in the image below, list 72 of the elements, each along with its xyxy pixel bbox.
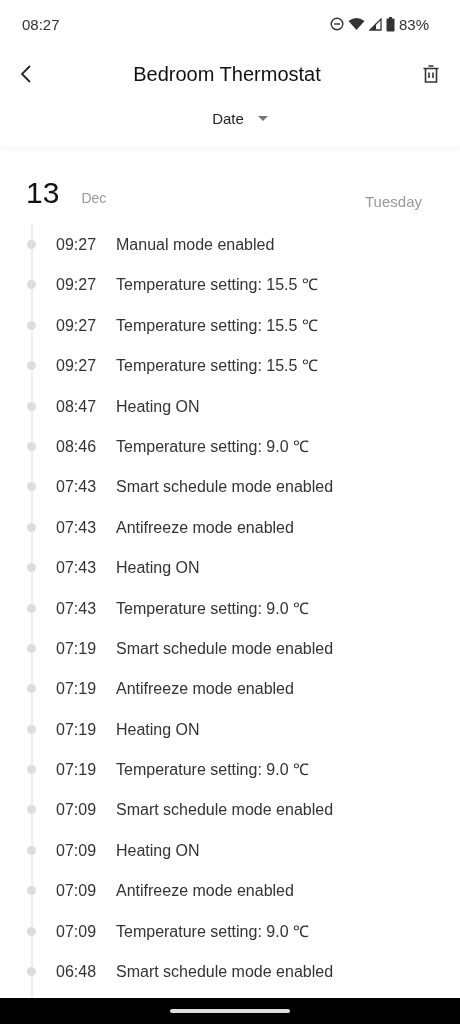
timeline-dot [27, 401, 36, 411]
event-description: Smart schedule mode enabled [116, 800, 334, 821]
page-title: Bedroom Thermostat [133, 62, 321, 86]
timeline-dot [27, 320, 36, 330]
day-number: 13 [26, 176, 60, 210]
event-time: 07:43 [56, 558, 98, 579]
event-description: Antifreeze mode enabled [116, 679, 294, 700]
trash-icon [422, 64, 440, 84]
event-description: Temperature setting: 9.0 ℃ [116, 436, 309, 457]
battery-icon [385, 16, 395, 32]
signal-icon [368, 17, 382, 31]
timeline-dot [27, 845, 36, 855]
timeline-dot [27, 967, 36, 977]
event-time: 07:09 [56, 921, 98, 942]
month-label: Dec [81, 190, 107, 206]
event-time: 09:27 [56, 356, 98, 377]
date-dropdown[interactable]: Date [208, 100, 272, 137]
caret-icon [257, 115, 268, 122]
timeline-dot [27, 441, 36, 451]
event-description: Smart schedule mode enabled [116, 638, 334, 659]
event-time: 07:43 [56, 517, 98, 538]
event-time: 07:09 [56, 800, 98, 821]
wifi-icon [347, 17, 365, 31]
event-time: 07:43 [56, 477, 98, 498]
event-description: Temperature setting: 15.5 ℃ [116, 275, 318, 296]
event-time: 06:48 [56, 962, 98, 983]
timeline-dot [27, 765, 36, 775]
event-time: 07:19 [56, 719, 98, 740]
timeline-dot [27, 280, 36, 290]
timeline-dot [27, 522, 36, 532]
event-time: 07:19 [56, 638, 98, 659]
event-time: 08:47 [56, 396, 98, 417]
event-description: Heating ON [116, 840, 200, 861]
timeline-dot [27, 886, 36, 896]
event-description: Temperature setting: 9.0 ℃ [116, 598, 309, 619]
event-description: Heating ON [116, 719, 200, 740]
timeline-dot [27, 603, 36, 613]
event-time: 09:27 [56, 315, 98, 336]
event-time: 09:27 [56, 235, 98, 255]
event-time: 07:09 [56, 881, 98, 902]
event-description: Manual mode enabled [116, 235, 275, 255]
timeline-dot [27, 926, 36, 936]
weekday-label: Tuesday [365, 193, 422, 210]
event-description: Smart schedule mode enabled [116, 962, 334, 983]
timeline-dot [27, 563, 36, 573]
event-description: Antifreeze mode enabled [116, 881, 294, 902]
timeline-dot [27, 805, 36, 815]
event-description: Heating ON [116, 558, 200, 579]
event-time: 07:19 [56, 760, 98, 781]
event-description: Temperature setting: 15.5 ℃ [116, 356, 318, 377]
event-description: Antifreeze mode enabled [116, 517, 294, 538]
clock: 08:27 [22, 15, 60, 33]
timeline-dot [27, 684, 36, 694]
event-description: Temperature setting: 9.0 ℃ [116, 921, 309, 942]
timeline-dot [27, 361, 36, 371]
event-description: Heating ON [116, 396, 200, 417]
event-description: Temperature setting: 15.5 ℃ [116, 315, 318, 336]
event-time: 07:09 [56, 840, 98, 861]
timeline-dot [27, 643, 36, 653]
battery-level: 83% [398, 15, 429, 33]
event-description: Smart schedule mode enabled [116, 477, 334, 498]
timeline-dot [27, 240, 36, 249]
event-time: 08:46 [56, 436, 98, 457]
home-handle[interactable] [170, 1009, 290, 1013]
event-time: 07:43 [56, 598, 98, 619]
timeline-dot [27, 482, 36, 492]
timeline-dot [27, 724, 36, 734]
event-time: 09:27 [56, 275, 98, 296]
back-icon [20, 64, 32, 84]
event-time: 07:19 [56, 679, 98, 700]
event-description: Temperature setting: 9.0 ℃ [116, 760, 309, 781]
do-not-disturb-icon [329, 17, 344, 31]
